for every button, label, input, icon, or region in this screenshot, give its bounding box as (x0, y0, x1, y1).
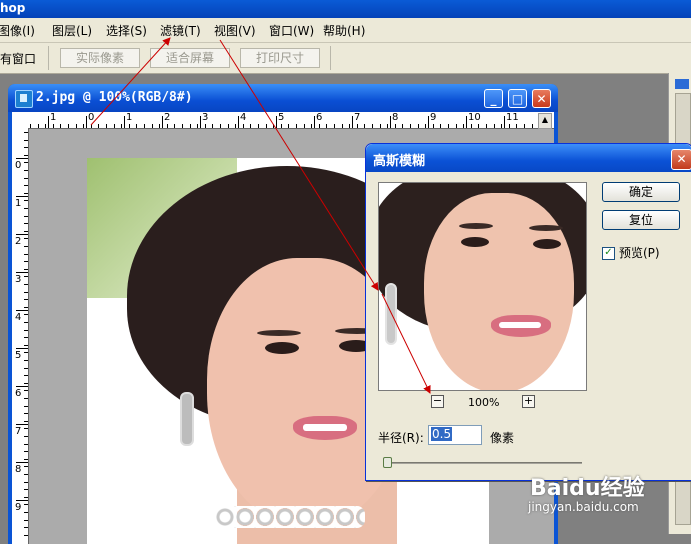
annotation-arrows (90, 37, 431, 394)
baidu-watermark: Baidu经验 (530, 476, 645, 501)
arrow-to-dialog (219, 39, 379, 291)
arrow-to-zoom-out (381, 293, 431, 394)
arrow-to-filter-menu (90, 37, 171, 126)
watermark-url: jingyan.baidu.com (528, 500, 639, 514)
ruler-v-minor-tick (24, 535, 28, 536)
